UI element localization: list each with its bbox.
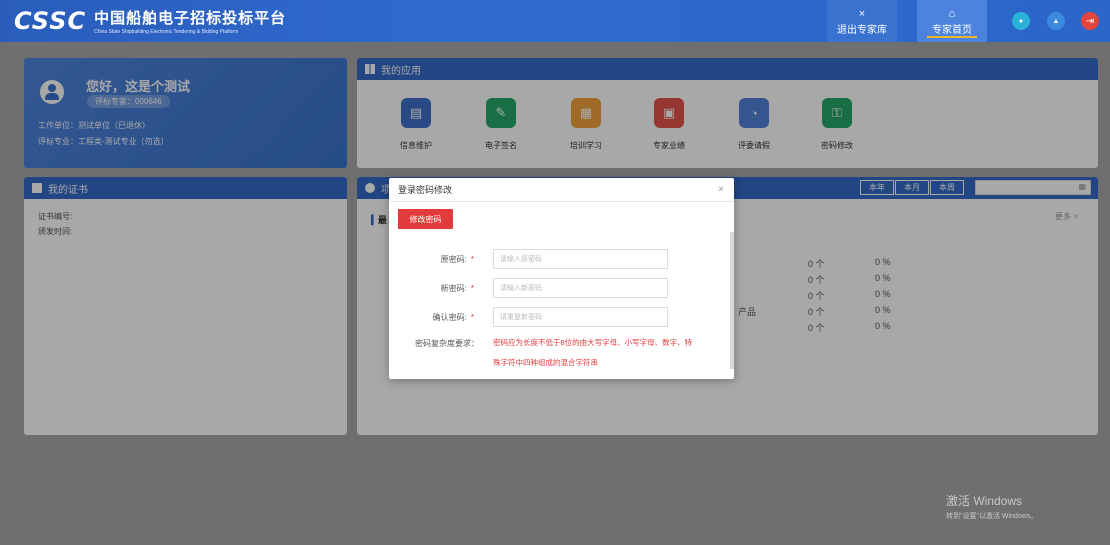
exit-expert-library-button[interactable]: × 退出专家库 xyxy=(827,0,897,42)
dialog-title: 登录密码修改 xyxy=(398,185,453,195)
watermark-line2: 转到"设置"以激活 Windows。 xyxy=(946,513,1038,520)
user-profile-button[interactable]: ▲ xyxy=(1047,12,1065,30)
platform-title: 中国船舶电子招标投标平台 xyxy=(94,10,287,27)
logout-button[interactable]: ⇥ xyxy=(1081,12,1099,30)
platform-logo[interactable]: CSSC 中国船舶电子招标投标平台 China State Shipbuildi… xyxy=(0,7,286,35)
notification-button[interactable]: ● xyxy=(1012,12,1030,30)
watermark-line1: 激活 Windows xyxy=(946,494,1023,508)
dialog-scrollbar[interactable] xyxy=(730,232,734,369)
complexity-hint-line1: 密码应为长度不低于8位的由大写字母、小写字母、数字、特 xyxy=(493,338,693,347)
windows-activation-watermark: 激活 Windows 转到"设置"以激活 Windows。 xyxy=(946,492,1037,521)
confirm-password-label: 确认密码: * xyxy=(432,313,474,322)
close-icon: × xyxy=(858,7,866,20)
close-icon[interactable]: × xyxy=(718,184,724,195)
logout-icon: ⇥ xyxy=(1085,15,1095,27)
complexity-hint-label: 密码复杂度要求： xyxy=(415,339,479,348)
complexity-hint-line2: 殊字符中四种组成的混合字符串 xyxy=(493,358,598,367)
cssc-logo-mark: CSSC xyxy=(14,7,87,35)
exit-expert-library-label: 退出专家库 xyxy=(837,24,887,36)
top-header: CSSC 中国船舶电子招标投标平台 China State Shipbuildi… xyxy=(0,0,1110,42)
home-icon: ⌂ xyxy=(948,7,956,20)
confirm-password-input[interactable]: 请重复新密码 xyxy=(493,307,668,327)
old-password-input[interactable]: 请输入原密码 xyxy=(493,249,668,269)
new-password-label: 新密码: * xyxy=(440,284,474,293)
dialog-header: 登录密码修改 xyxy=(389,178,734,202)
user-icon: ▲ xyxy=(1052,17,1060,25)
new-password-input[interactable]: 请输入新密码 xyxy=(493,278,668,298)
active-underline xyxy=(927,36,977,38)
expert-home-label: 专家首页 xyxy=(932,24,972,36)
expert-home-button[interactable]: ⌂ 专家首页 xyxy=(917,0,987,42)
old-password-label: 原密码: * xyxy=(440,255,474,264)
tab-change-password[interactable]: 修改密码 xyxy=(398,209,453,229)
password-change-dialog: 登录密码修改 × 修改密码 原密码: * 请输入原密码 新密码: * 请输入新密码 … xyxy=(389,178,734,379)
platform-subtitle: China State Shipbuilding Electronic Tend… xyxy=(94,29,239,35)
bell-icon: ● xyxy=(1018,17,1024,25)
